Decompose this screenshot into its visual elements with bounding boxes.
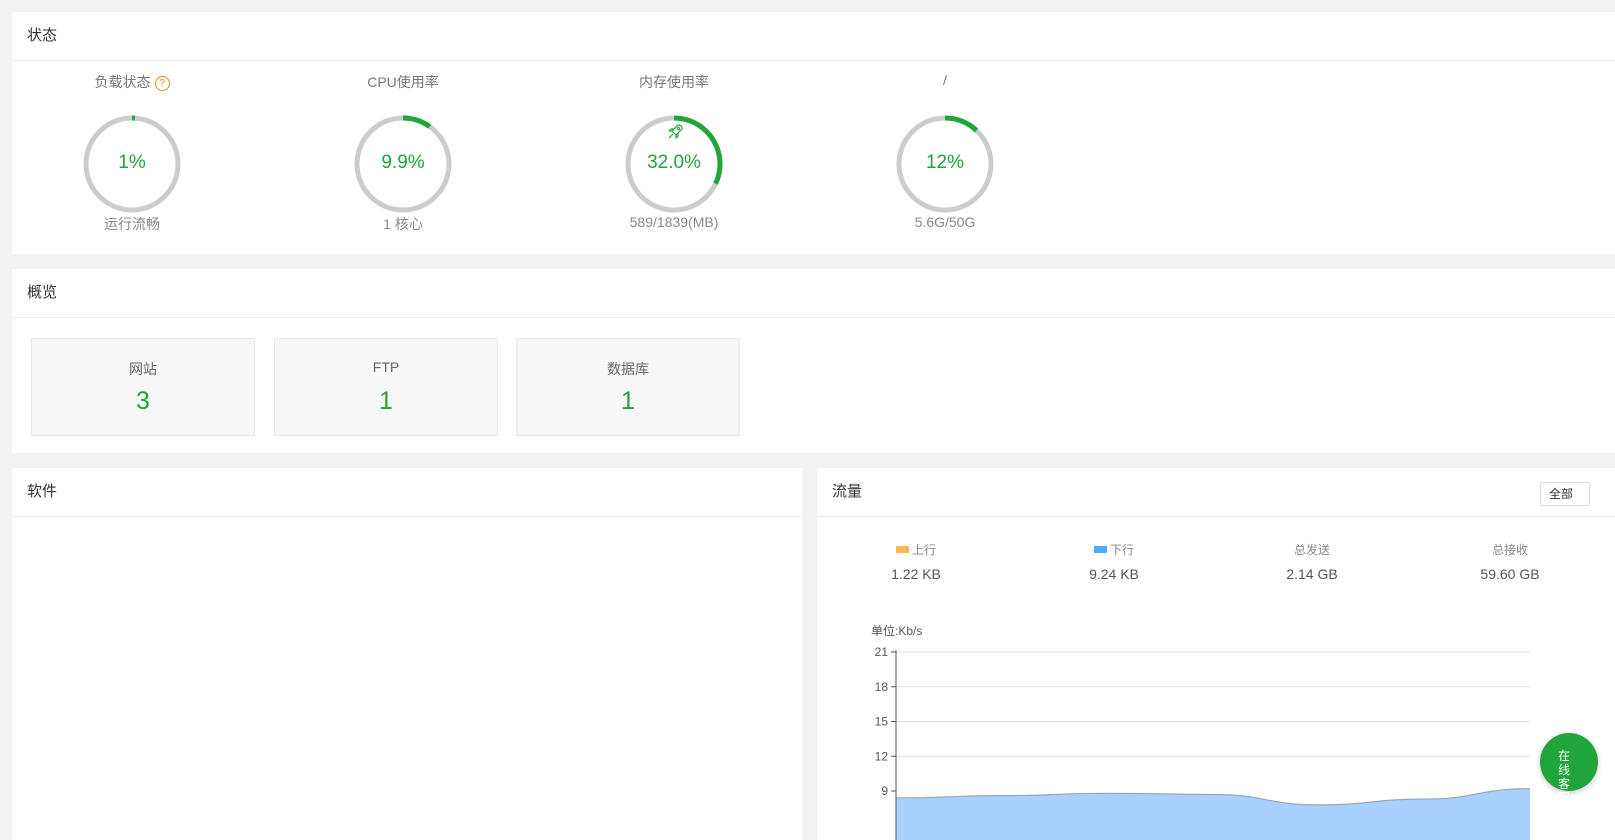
stat-name: 总接收: [1491, 543, 1528, 557]
stat-download: 下行 9.24 KB: [1039, 541, 1189, 582]
card-value[interactable]: 1: [517, 387, 739, 416]
stat-name: 总发送: [1293, 543, 1330, 557]
online-service-button[interactable]: 在线客服: [1540, 733, 1598, 805]
y-tick-label: 15: [875, 715, 889, 729]
overview-title: 概览: [27, 284, 58, 301]
stat-upload: 上行 1.22 KB: [841, 541, 991, 582]
overview-card-ftp[interactable]: FTP 1: [274, 338, 498, 436]
status-panel: 状态 负载状态? 1% 运行流畅 CPU使用率 9.9% 1 核心 内存使用率 …: [12, 12, 1615, 254]
service-label: 在线客服: [1558, 749, 1571, 805]
status-title: 状态: [27, 27, 58, 44]
help-icon[interactable]: ?: [154, 76, 170, 91]
divider: [12, 317, 1615, 318]
stat-value: 9.24 KB: [1089, 566, 1139, 582]
upload-swatch: [895, 546, 909, 553]
y-tick-label: 9: [881, 784, 888, 798]
divider: [817, 516, 1615, 517]
gauge-sub: 5.6G/50G: [914, 214, 976, 230]
traffic-filter-select[interactable]: 全部: [1540, 482, 1590, 506]
traffic-panel: 流量 全部 上行 1.22 KB 下行 9.24 KB 总发送 2.14 GB …: [817, 468, 1615, 840]
traffic-title: 流量: [832, 483, 863, 500]
download-swatch: [1093, 546, 1107, 553]
y-tick-label: 12: [875, 749, 889, 763]
y-tick-label: 21: [875, 645, 889, 659]
software-panel: 软件: [12, 468, 802, 840]
overview-panel: 概览 网站 3 FTP 1 数据库 1: [12, 269, 1615, 453]
overview-card-database[interactable]: 数据库 1: [516, 338, 740, 436]
gauge-sub: 1 核心: [383, 216, 423, 232]
gauge-label: /: [943, 72, 947, 88]
gauge-sub: 运行流畅: [104, 216, 160, 232]
overview-card-sites[interactable]: 网站 3: [31, 338, 255, 436]
card-label: 数据库: [607, 361, 649, 377]
traffic-chart[interactable]: 单位:Kb/s 9 12 15 18 21: [817, 608, 1615, 840]
stat-value: 1.22 KB: [891, 566, 941, 582]
card-label: FTP: [372, 359, 400, 375]
divider: [12, 60, 1615, 61]
stat-value: 2.14 GB: [1286, 566, 1338, 582]
rocket-icon[interactable]: [666, 123, 684, 141]
y-tick-label: 18: [875, 680, 889, 694]
y-axis-unit-label: 单位:Kb/s: [871, 623, 922, 638]
gauge-label: 内存使用率: [639, 74, 709, 90]
gauge-label: CPU使用率: [367, 74, 439, 90]
stat-total-received: 总接收 59.60 GB: [1435, 541, 1585, 582]
gauge-value: 32.0%: [647, 152, 701, 173]
series-area: [896, 788, 1530, 840]
software-title: 软件: [27, 483, 58, 500]
card-label: 网站: [129, 361, 157, 377]
stat-total-sent: 总发送 2.14 GB: [1237, 541, 1387, 582]
gauge-value: 12%: [925, 152, 965, 173]
card-value[interactable]: 3: [32, 387, 254, 416]
gauge-value: 9.9%: [381, 152, 425, 173]
stat-name: 下行: [1039, 541, 1189, 558]
gauge-sub: 589/1839(MB): [629, 214, 719, 230]
stat-value: 59.60 GB: [1480, 566, 1540, 582]
card-value[interactable]: 1: [275, 387, 497, 416]
divider: [12, 516, 802, 517]
gauge-value: 1%: [118, 152, 146, 173]
gauge-label: 负载状态?: [52, 72, 212, 92]
stat-name: 上行: [841, 541, 991, 558]
